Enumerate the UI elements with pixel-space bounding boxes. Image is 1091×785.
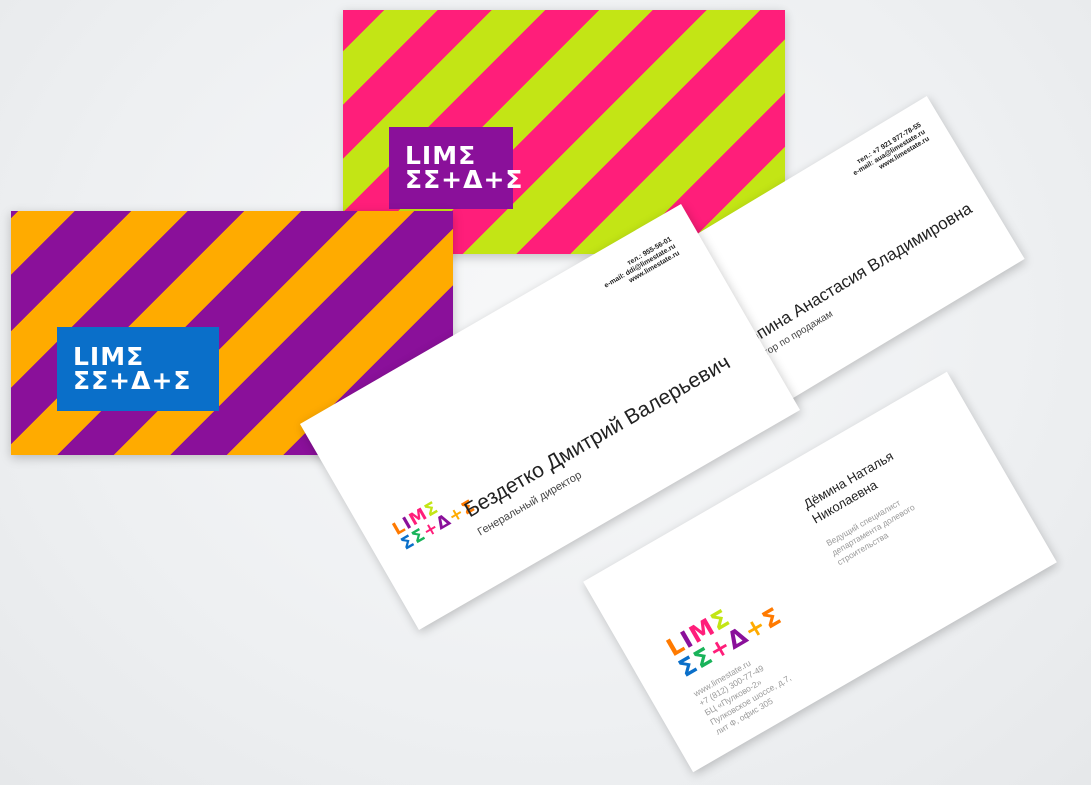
person-name: Урюпина Анастасия Владимировна xyxy=(725,198,976,360)
logo-line-2: ΣΣ+Δ+Σ xyxy=(405,165,524,194)
logo-line-2: ΣΣ+Δ+Σ xyxy=(73,366,192,395)
person-name: Бездетко Дмитрий Валерьевич xyxy=(460,350,735,523)
contact-block: тел.: 955-56-01 e-mail: ddi@limestate.ru… xyxy=(599,236,681,297)
logo-badge-purple: LIMΣ ΣΣ+Δ+Σ xyxy=(389,127,524,209)
contact-block: тел.: +7 921 977-78-55 e-mail: aua@limes… xyxy=(848,122,931,185)
logo-badge-blue: LIMΣ ΣΣ+Δ+Σ xyxy=(57,327,219,411)
logo: LIMΣ ΣΣ+Δ+Σ xyxy=(389,495,480,555)
email-text: e-mail: aua@limestate.ru xyxy=(852,128,927,178)
